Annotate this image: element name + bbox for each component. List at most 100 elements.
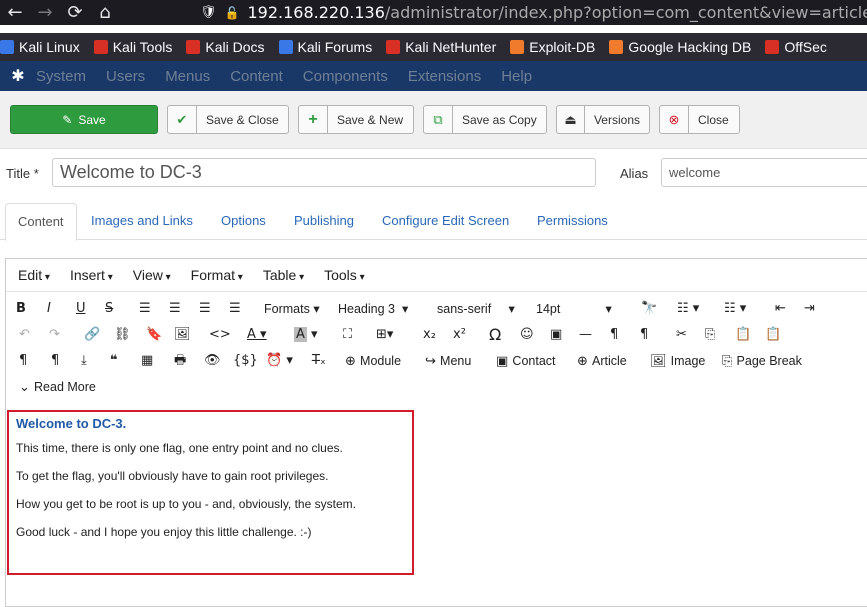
align-center-icon[interactable]: ☰ [169,296,181,322]
horizontal-rule-icon[interactable]: — [579,322,592,348]
contact-button[interactable]: ▣ Contact [496,348,556,374]
paste-text-icon[interactable]: 📋 [765,322,781,348]
admin-menu-components[interactable]: Components [303,68,388,85]
tab-permissions[interactable]: Permissions [537,203,608,240]
block-format-dropdown[interactable]: Heading 3 ▾ [338,296,428,322]
clock-icon[interactable]: ⏰ ▾ [266,348,293,374]
bookmark-item[interactable]: Exploit-DB [510,39,595,55]
bookmark-item[interactable]: Kali NetHunter [386,39,496,55]
ltr-icon[interactable]: ¶ [610,322,618,348]
article-button[interactable]: ⊕ Article [577,348,627,374]
editor-content-area[interactable]: Welcome to DC-3. This time, there is onl… [7,410,414,575]
admin-menu-system[interactable]: System [36,68,86,85]
save-copy-button[interactable]: ⧉ Save as Copy [423,105,547,134]
read-more-button[interactable]: ⌄ Read More [19,374,96,400]
tab-options[interactable]: Options [221,203,266,240]
admin-menu-content[interactable]: Content [230,68,283,85]
visual-chars-icon[interactable]: ¶ [51,348,59,374]
forward-icon[interactable]: → [30,2,60,23]
find-replace-icon[interactable]: 🔭 [641,296,657,322]
align-right-icon[interactable]: ☰ [199,296,211,322]
fullscreen-icon[interactable]: ⛶ [343,322,352,348]
admin-menu-menus[interactable]: Menus [165,68,210,85]
paste-icon[interactable]: 📋 [735,322,751,348]
page-break-button[interactable]: ⎘ Page Break [722,348,802,374]
redo-icon[interactable]: ↷ [49,322,60,348]
menu-format[interactable]: Format [191,267,243,283]
text-color-icon[interactable]: A ▾ [247,322,267,348]
paragraph-icon[interactable]: ¶ [19,348,27,374]
strikethrough-icon[interactable]: S [105,296,113,322]
bold-icon[interactable]: B [16,296,26,322]
code-icon[interactable]: <> [209,322,231,348]
indent-icon[interactable]: ⇥ [804,296,815,322]
title-input[interactable]: Welcome to DC-3 [52,158,596,187]
bookmark-item[interactable]: Kali Linux [0,39,80,55]
visual-blocks-icon[interactable]: ▦ [141,348,153,374]
clear-format-icon[interactable]: T̶ₓ [312,348,326,374]
preview-icon[interactable]: 👁 [204,348,221,374]
home-icon[interactable]: ⌂ [90,2,120,23]
menu-table[interactable]: Table [263,267,304,283]
save-close-button[interactable]: ✔ Save & Close [167,105,289,134]
emoticon-icon[interactable]: ☺ [520,322,534,348]
menu-view[interactable]: View [133,267,171,283]
shield-icon[interactable]: 🛡 [200,5,217,20]
joomla-logo-icon[interactable]: ✱ [0,66,36,86]
rtl-icon[interactable]: ¶ [640,322,648,348]
save-button[interactable]: ✎ Save [10,105,158,134]
align-left-icon[interactable]: ☰ [139,296,151,322]
font-family-dropdown[interactable]: sans-serif ▾ [437,296,527,322]
undo-icon[interactable]: ↶ [19,322,30,348]
image-button[interactable]: 🖼 Image [650,348,705,374]
background-color-icon[interactable]: A ▾ [294,322,318,348]
superscript-icon[interactable]: x² [453,322,466,348]
menu-tools[interactable]: Tools [324,267,365,283]
tab-images-links[interactable]: Images and Links [91,203,193,240]
tab-configure-edit-screen[interactable]: Configure Edit Screen [382,203,509,240]
bookmark-item[interactable]: Kali Docs [186,39,265,55]
tab-publishing[interactable]: Publishing [294,203,354,240]
admin-menu-users[interactable]: Users [106,68,145,85]
save-new-button[interactable]: + Save & New [298,105,414,134]
versions-button[interactable]: ⏏ Versions [556,105,650,134]
formats-dropdown[interactable]: Formats ▾ [264,296,320,322]
close-button[interactable]: ⊗ Close [659,105,740,134]
font-size-dropdown[interactable]: 14pt ▾ [536,296,626,322]
bookmark-item[interactable]: Kali Tools [93,39,172,55]
reload-icon[interactable]: ⟳ [60,2,90,23]
bookmark-item[interactable]: Google Hacking DB [609,39,751,55]
menu-edit[interactable]: Edit [18,267,50,283]
justify-icon[interactable]: ☰ [229,296,241,322]
insert-time-icon[interactable]: ⤓ [81,348,87,374]
table-icon[interactable]: ⊞▾ [376,322,393,348]
media-icon[interactable]: ▣ [550,322,562,348]
print-icon[interactable]: 🖶 [174,348,186,374]
underline-icon[interactable]: U [76,296,86,322]
admin-menu-help[interactable]: Help [501,68,532,85]
bullet-list-icon[interactable]: ☷ ▾ [677,296,699,322]
bookmark-item[interactable]: OffSec [765,39,827,55]
tab-content[interactable]: Content [5,203,77,241]
admin-menu-extensions[interactable]: Extensions [408,68,481,85]
numbered-list-icon[interactable]: ☷ ▾ [724,296,746,322]
italic-icon[interactable]: I [47,296,51,322]
address-bar[interactable]: 🛡 🔓 192.168.220.136/administrator/index.… [200,0,867,25]
module-button[interactable]: ⊕ Module [345,348,401,374]
special-char-icon[interactable]: Ω [489,322,501,348]
back-icon[interactable]: ← [0,2,30,23]
cut-icon[interactable]: ✂ [676,322,687,348]
alias-input[interactable]: welcome [661,158,867,187]
insecure-lock-icon[interactable]: 🔓 [225,6,240,20]
bookmark-item[interactable]: Kali Forums [278,39,372,55]
subscript-icon[interactable]: x₂ [423,322,436,348]
menu-insert[interactable]: Insert [70,267,113,283]
menu-button[interactable]: ↪ Menu [425,348,471,374]
anchor-icon[interactable]: 🔖 [146,322,162,348]
insert-image-icon[interactable]: 🖼 [174,322,191,348]
outdent-icon[interactable]: ⇤ [775,296,786,322]
link-icon[interactable]: 🔗 [84,322,100,348]
blockquote-icon[interactable]: ❝ [110,348,118,374]
unlink-icon[interactable]: ⛓ [114,322,131,348]
copy-icon[interactable]: ⎘ [705,322,715,348]
